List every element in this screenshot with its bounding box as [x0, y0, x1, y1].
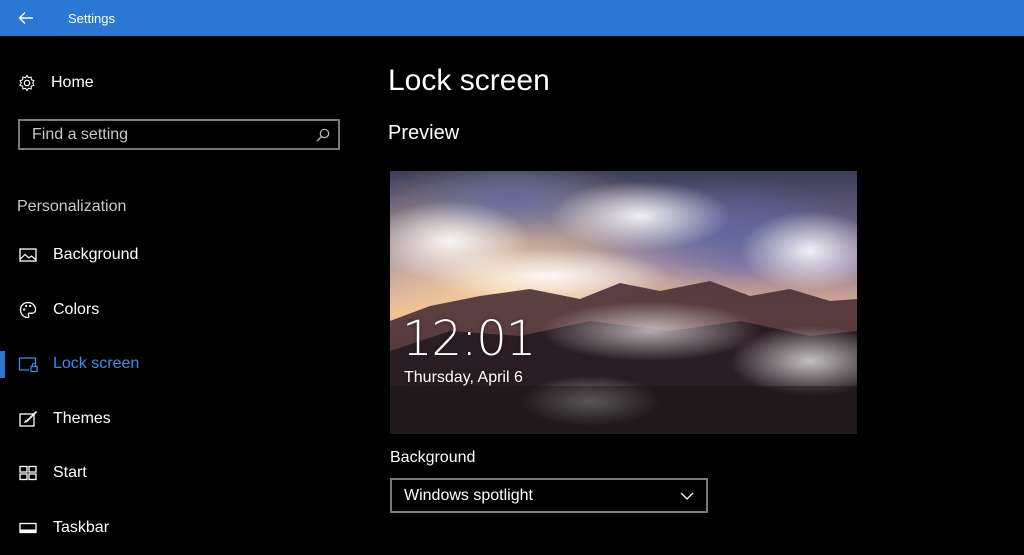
sidebar-item-label: Start [53, 464, 87, 482]
background-dropdown[interactable]: Windows spotlight [390, 478, 708, 513]
sidebar-item-label: Lock screen [53, 355, 139, 373]
background-dropdown-value: Windows spotlight [404, 487, 533, 505]
sidebar-item-colors[interactable]: Colors [0, 283, 370, 338]
image-icon [19, 247, 37, 263]
title-bar: Settings [0, 0, 1024, 36]
search-button[interactable] [308, 128, 338, 142]
taskbar-icon [19, 522, 37, 534]
chevron-down-icon [680, 492, 694, 500]
start-icon [19, 465, 37, 481]
lock-screen-preview: 12:01 Thursday, April 6 [390, 171, 857, 434]
sidebar-item-label: Colors [53, 301, 99, 319]
lock-screen-icon [18, 355, 38, 373]
home-nav-item[interactable]: Home [18, 69, 94, 97]
section-label-personalization: Personalization [17, 198, 126, 216]
sidebar-item-label: Taskbar [53, 519, 109, 537]
search-icon [316, 128, 330, 142]
back-arrow-icon [18, 11, 34, 25]
search-input[interactable] [20, 120, 308, 149]
main-content: Lock screen Preview [388, 36, 1024, 553]
sidebar-item-label: Background [53, 246, 138, 264]
sidebar-nav: Background Colors Lock scre [0, 228, 370, 555]
search-box [18, 119, 340, 150]
sidebar: Home Personalization Background [0, 36, 370, 553]
themes-icon [19, 410, 38, 428]
gear-icon [18, 74, 36, 92]
background-label: Background [390, 449, 475, 467]
preview-wallpaper [390, 171, 857, 434]
preview-date: Thursday, April 6 [404, 369, 523, 387]
back-button[interactable] [0, 0, 52, 36]
sidebar-item-label: Themes [53, 410, 111, 428]
preview-time: 12:01 [402, 311, 535, 367]
window-title: Settings [68, 11, 115, 26]
page-title: Lock screen [388, 64, 550, 98]
sidebar-item-lock-screen[interactable]: Lock screen [0, 337, 370, 392]
sidebar-item-taskbar[interactable]: Taskbar [0, 501, 370, 555]
sidebar-item-background[interactable]: Background [0, 228, 370, 283]
preview-heading: Preview [388, 122, 459, 145]
sidebar-item-start[interactable]: Start [0, 446, 370, 501]
palette-icon [19, 301, 37, 319]
home-label: Home [51, 74, 94, 92]
sidebar-item-themes[interactable]: Themes [0, 392, 370, 447]
